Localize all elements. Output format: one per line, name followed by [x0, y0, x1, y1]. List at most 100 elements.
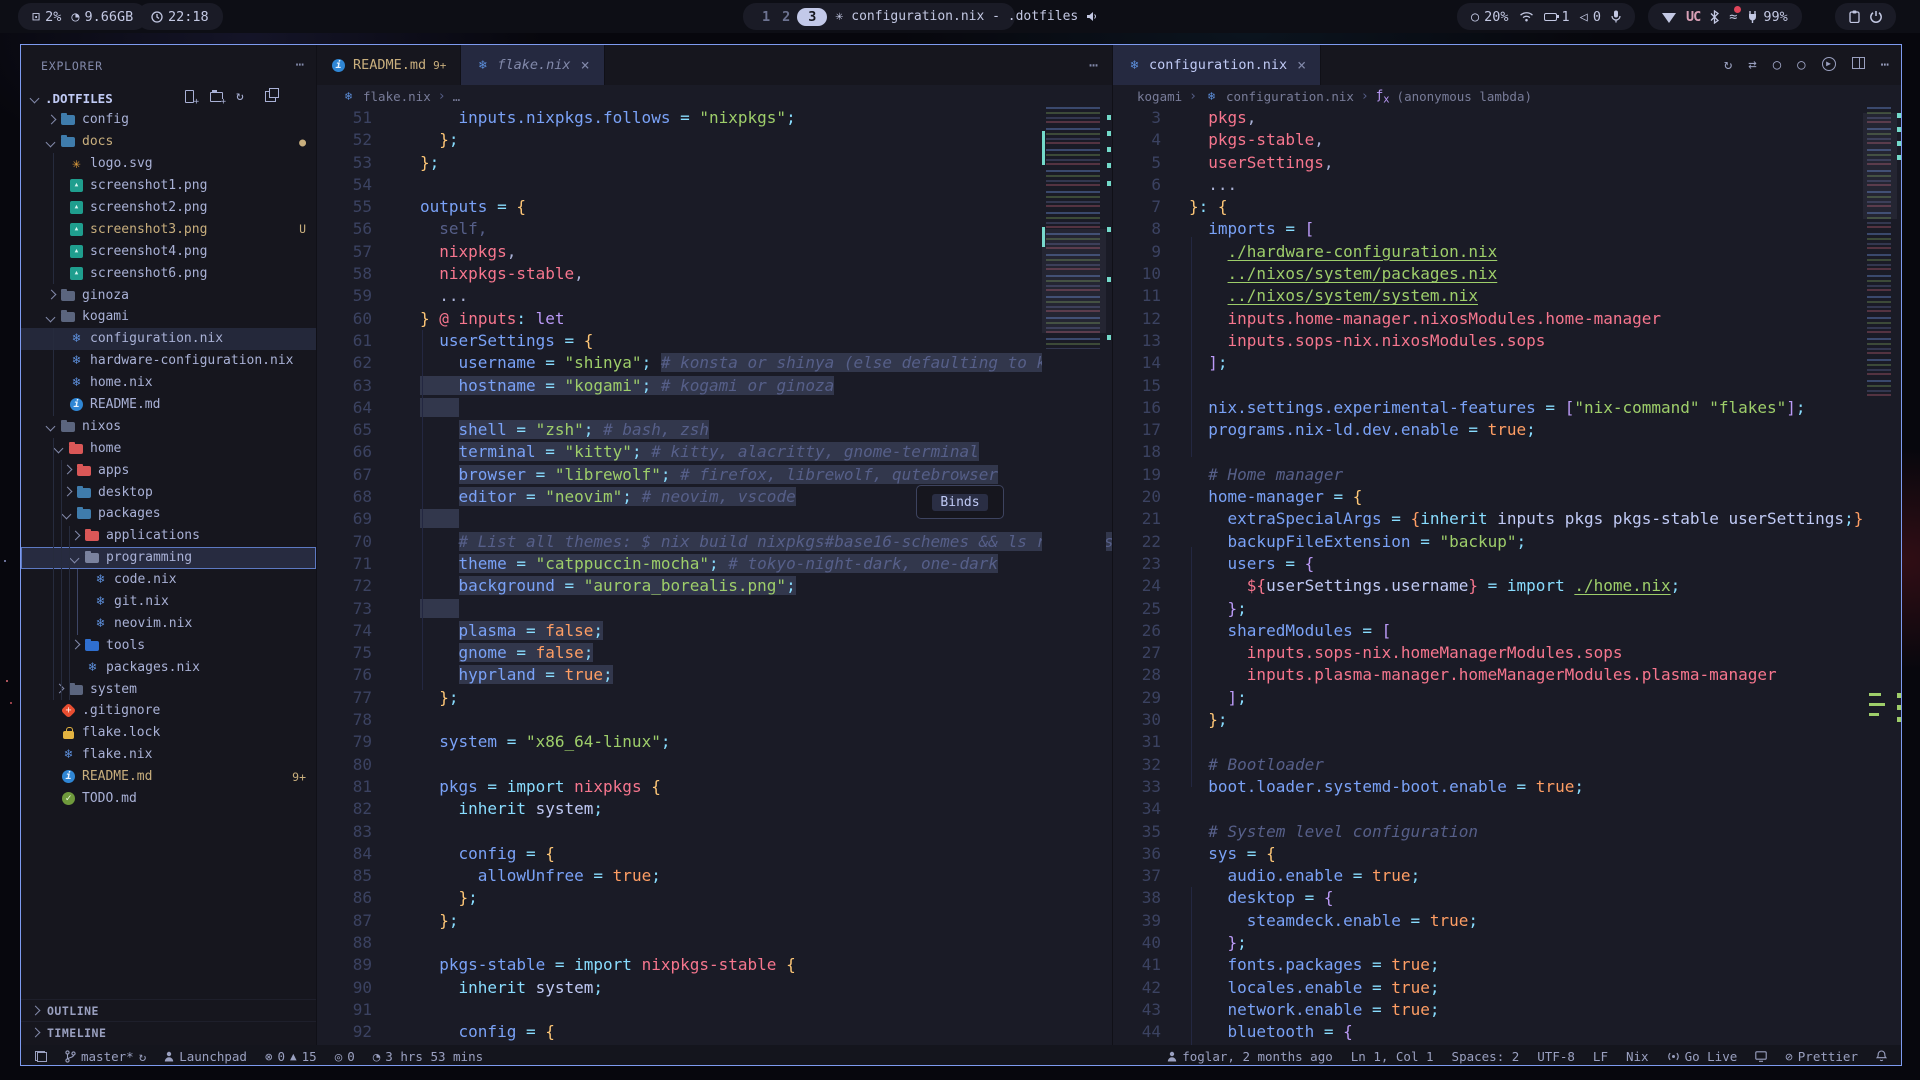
tree-item-system[interactable]: system: [21, 678, 316, 700]
tray-app-icon[interactable]: UC: [1686, 9, 1700, 25]
cursor-position[interactable]: Ln 1, Col 1: [1351, 1049, 1434, 1064]
tree-item-applications[interactable]: applications: [21, 525, 316, 547]
live-preview-icon[interactable]: [1755, 1051, 1767, 1062]
microphone-icon[interactable]: [1611, 10, 1621, 23]
timeline-history-icon[interactable]: ↻: [1724, 57, 1732, 73]
minimap-slider[interactable]: [1042, 229, 1106, 333]
collapse-folders-button[interactable]: [263, 89, 278, 104]
breadcrumb-right[interactable]: kogami › ❄ configuration.nix › ƒx (anony…: [1113, 85, 1902, 107]
tree-item-configuration-nix[interactable]: ❄configuration.nix: [21, 328, 316, 350]
workspace-2[interactable]: 2: [777, 9, 795, 25]
person-icon: [164, 1051, 174, 1062]
tab-configuration-nix[interactable]: ❄ configuration.nix ×: [1113, 45, 1321, 85]
tree-item-packages-nix[interactable]: ❄packages.nix: [21, 656, 316, 678]
tree-item-screenshot4-png[interactable]: screenshot4.png: [21, 240, 316, 262]
refresh-explorer-button[interactable]: ↻: [236, 89, 251, 104]
tree-item-logo-svg[interactable]: ✳logo.svg: [21, 153, 316, 175]
tree-item-neovim-nix[interactable]: ❄neovim.nix: [21, 612, 316, 634]
notification-tray-icon[interactable]: ≈: [1729, 9, 1737, 25]
tree-item-flake-nix[interactable]: ❄flake.nix: [21, 744, 316, 766]
close-tab-icon[interactable]: ×: [1297, 56, 1306, 74]
editor-configuration-nix[interactable]: 3456789101112131415161718192021222324252…: [1113, 107, 1902, 1045]
power-icon[interactable]: [1870, 10, 1882, 23]
tree-item-home[interactable]: home: [21, 437, 316, 459]
workspace-1[interactable]: 1: [757, 9, 775, 25]
tree-item-screenshot6-png[interactable]: screenshot6.png: [21, 262, 316, 284]
minimap-slider[interactable]: [1863, 113, 1897, 219]
volume-level[interactable]: ◁ 0: [1580, 9, 1601, 25]
tree-item-screenshot3-png[interactable]: screenshot3.pngU: [21, 218, 316, 240]
tree-item-apps[interactable]: apps: [21, 459, 316, 481]
workspace-3[interactable]: 3: [797, 8, 827, 26]
more-actions-icon[interactable]: ⋯: [1881, 57, 1889, 73]
brightness-indicator[interactable]: ○ 20%: [1471, 9, 1509, 25]
tree-item-home-nix[interactable]: ❄home.nix: [21, 372, 316, 394]
tree-item--gitignore[interactable]: .gitignore: [21, 700, 316, 722]
tab-readme[interactable]: README.md 9+: [317, 45, 461, 85]
tab-flake-nix[interactable]: ❄ flake.nix ×: [461, 45, 604, 85]
tree-item-tools[interactable]: tools: [21, 634, 316, 656]
tree-item-screenshot1-png[interactable]: screenshot1.png: [21, 175, 316, 197]
power-status[interactable]: 99%: [1747, 9, 1787, 25]
tree-item-kogami[interactable]: kogami: [21, 306, 316, 328]
tree-item-readme-md[interactable]: README.md9+: [21, 766, 316, 788]
nav-back-icon[interactable]: ○: [1773, 57, 1781, 73]
tree-item-docs[interactable]: docs●: [21, 131, 316, 153]
input-device-indicator[interactable]: 1: [1544, 9, 1570, 25]
tree-item-code-nix[interactable]: ❄code.nix: [21, 569, 316, 591]
tree-item-packages[interactable]: packages: [21, 503, 316, 525]
network-tray-icon[interactable]: [1662, 13, 1676, 23]
wifi-icon[interactable]: [1519, 11, 1534, 22]
tree-item-git-nix[interactable]: ❄git.nix: [21, 591, 316, 613]
todo-icon: ◎: [335, 1049, 343, 1064]
sync-icon[interactable]: ↻: [139, 1049, 147, 1064]
tree-item-flake-lock[interactable]: flake.lock: [21, 722, 316, 744]
encoding-setting[interactable]: UTF-8: [1537, 1049, 1575, 1064]
tree-item-nixos[interactable]: nixos: [21, 415, 316, 437]
git-branch-item[interactable]: master* ↻: [65, 1049, 146, 1064]
tree-item-desktop[interactable]: desktop: [21, 481, 316, 503]
run-file-icon[interactable]: ▶: [1822, 57, 1836, 71]
volume-icon: [1086, 11, 1098, 22]
language-mode[interactable]: Nix: [1626, 1049, 1649, 1064]
close-tab-icon[interactable]: ×: [581, 56, 590, 74]
tree-item-ginoza[interactable]: ginoza: [21, 284, 316, 306]
folder-icon: [85, 528, 100, 543]
outline-section[interactable]: OUTLINE: [21, 999, 316, 1021]
new-folder-button[interactable]: +: [209, 89, 224, 104]
open-changes-icon[interactable]: ⇄: [1748, 57, 1756, 73]
bluetooth-icon[interactable]: [1710, 10, 1719, 24]
new-file-button[interactable]: +: [182, 89, 197, 104]
chevron-right-icon: ›: [1361, 89, 1369, 104]
tree-item-hardware-configuration-nix[interactable]: ❄hardware-configuration.nix: [21, 350, 316, 372]
notifications-bell[interactable]: [1876, 1050, 1887, 1062]
editor-flake-nix[interactable]: 5152535455565758596061626364656667686970…: [317, 107, 1112, 1045]
editor-group-more-actions[interactable]: ⋯: [1089, 56, 1112, 74]
launchpad-item[interactable]: Launchpad: [164, 1049, 247, 1064]
clipboard-icon[interactable]: [1849, 10, 1860, 23]
breadcrumb-middle[interactable]: ❄ flake.nix › …: [317, 85, 1112, 107]
workspaces[interactable]: 123: [757, 8, 827, 26]
time-tracker[interactable]: ◔3 hrs 53 mins: [373, 1049, 483, 1064]
eol-setting[interactable]: LF: [1593, 1049, 1608, 1064]
prettier-item[interactable]: ⊘ Prettier: [1785, 1049, 1858, 1064]
indentation-setting[interactable]: Spaces: 2: [1452, 1049, 1520, 1064]
tree-item-config[interactable]: config: [21, 109, 316, 131]
remote-indicator[interactable]: [35, 1051, 47, 1062]
minimap[interactable]: [1863, 107, 1897, 1045]
tree-item-readme-md[interactable]: README.md: [21, 394, 316, 416]
nav-forward-icon[interactable]: ○: [1797, 57, 1805, 73]
problems-item[interactable]: ⊗0 ▲15: [265, 1049, 317, 1064]
go-live-item[interactable]: Go Live: [1667, 1049, 1738, 1064]
explorer-more-actions[interactable]: ⋯: [296, 57, 304, 73]
tree-item-screenshot2-png[interactable]: screenshot2.png: [21, 197, 316, 219]
split-editor-icon[interactable]: [1852, 57, 1865, 69]
power-pill: [1835, 3, 1896, 30]
timeline-section[interactable]: TIMELINE: [21, 1021, 316, 1043]
minimap[interactable]: [1042, 107, 1106, 1045]
git-blame-item[interactable]: foglar, 2 months ago: [1167, 1049, 1333, 1064]
todo-counter[interactable]: ◎0: [335, 1049, 355, 1064]
tree-item-programming[interactable]: programming: [21, 547, 316, 569]
tree-item-todo-md[interactable]: TODO.md: [21, 788, 316, 810]
nix-file-icon: ❄: [69, 375, 84, 390]
